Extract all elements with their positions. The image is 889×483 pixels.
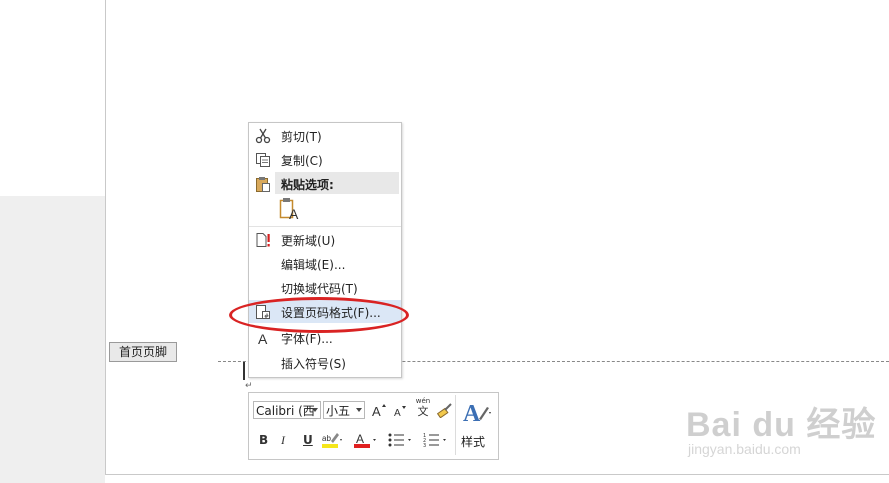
shrink-font-icon: A bbox=[394, 406, 406, 419]
menu-item-label: 复制(C) bbox=[281, 154, 323, 168]
chevron-down-icon bbox=[312, 408, 318, 412]
footer-tab[interactable]: 首页页脚 bbox=[109, 342, 177, 362]
grow-font-icon: A bbox=[372, 404, 386, 419]
menu-item-toggle-field-codes[interactable]: 切换域代码(T) bbox=[249, 276, 401, 299]
styles-button[interactable]: A bbox=[462, 397, 494, 430]
styles-icon: A bbox=[463, 401, 491, 427]
font-icon: A bbox=[255, 330, 271, 347]
italic-button[interactable]: I bbox=[281, 433, 285, 448]
format-painter-icon bbox=[436, 403, 452, 419]
menu-item-copy[interactable]: 复制(C) bbox=[249, 148, 401, 171]
highlight-button[interactable]: ab bbox=[321, 431, 343, 452]
numbered-list-icon: 123 bbox=[423, 433, 446, 449]
svg-text:A: A bbox=[463, 401, 481, 427]
menu-item-format-page-numbers[interactable]: # 设置页码格式(F)... bbox=[249, 300, 401, 323]
scissors-icon bbox=[255, 128, 271, 144]
highlight-pen-icon: ab bbox=[322, 433, 342, 448]
menu-item-label: 字体(F)... bbox=[281, 332, 333, 346]
grow-font-button[interactable]: A bbox=[371, 402, 387, 421]
menu-separator bbox=[249, 226, 401, 227]
svg-text:A: A bbox=[356, 432, 364, 446]
page-number-format-icon: # bbox=[255, 304, 271, 320]
page-bottom-edge bbox=[105, 474, 889, 475]
svg-text:A: A bbox=[372, 404, 381, 418]
menu-item-label: 剪切(T) bbox=[281, 130, 322, 144]
update-field-icon bbox=[255, 232, 271, 248]
svg-text:A: A bbox=[258, 331, 268, 346]
font-color-icon: A bbox=[354, 432, 376, 448]
menu-item-edit-field[interactable]: 编辑域(E)... bbox=[249, 252, 401, 275]
bold-button[interactable]: B bbox=[259, 433, 268, 447]
paste-keep-text-only-button[interactable]: A bbox=[279, 197, 301, 224]
bullets-button[interactable] bbox=[387, 431, 413, 452]
font-color-button[interactable]: A bbox=[353, 431, 377, 452]
menu-item-label: 设置页码格式(F)... bbox=[281, 306, 381, 320]
svg-text:A: A bbox=[289, 206, 299, 221]
context-menu: 剪切(T) 复制(C) 粘贴选项: A 更新域(U) 编辑域(E)... 切换域… bbox=[248, 122, 402, 378]
paste-text-only-icon: A bbox=[279, 198, 301, 224]
svg-text:A: A bbox=[394, 408, 401, 418]
phonetic-char: 文 bbox=[417, 405, 429, 418]
baidu-watermark: Bai du 经验 jingyan.baidu.com bbox=[686, 397, 886, 469]
menu-item-font[interactable]: A 字体(F)... bbox=[249, 326, 401, 349]
toolbar-divider bbox=[455, 395, 456, 455]
bullet-list-icon bbox=[388, 433, 411, 447]
menu-item-label: 切换域代码(T) bbox=[281, 282, 358, 296]
menu-item-label: 更新域(U) bbox=[281, 234, 336, 248]
copy-icon bbox=[255, 152, 271, 168]
paste-options-header: 粘贴选项: bbox=[275, 172, 399, 194]
paste-icon bbox=[255, 176, 271, 192]
phonetic-pinyin: wén bbox=[415, 397, 431, 405]
shrink-font-button[interactable]: A bbox=[393, 404, 409, 421]
svg-text:#: # bbox=[264, 313, 269, 320]
paste-options-label: 粘贴选项: bbox=[281, 178, 334, 192]
watermark-url: jingyan.baidu.com bbox=[688, 441, 801, 457]
font-name-dropdown[interactable]: Calibri (西 bbox=[253, 401, 321, 419]
paragraph-mark: ↵ bbox=[245, 381, 253, 391]
menu-item-label: 插入符号(S) bbox=[281, 357, 346, 371]
menu-item-label: 编辑域(E)... bbox=[281, 258, 346, 272]
font-size-value: 小五 bbox=[326, 404, 351, 418]
numbering-button[interactable]: 123 bbox=[423, 431, 449, 452]
menu-item-cut[interactable]: 剪切(T) bbox=[249, 124, 401, 147]
underline-button[interactable]: U bbox=[303, 433, 313, 447]
phonetic-guide-button[interactable]: wén 文 bbox=[413, 397, 433, 419]
svg-text:ab: ab bbox=[322, 434, 331, 443]
styles-label: 样式 bbox=[461, 435, 486, 449]
svg-text:3: 3 bbox=[423, 443, 426, 449]
watermark-brand: Bai du 经验 bbox=[686, 406, 877, 444]
font-size-dropdown[interactable]: 小五 bbox=[323, 401, 365, 419]
page-left-edge bbox=[105, 0, 106, 475]
font-name-value: Calibri (西 bbox=[256, 404, 315, 418]
menu-item-update-field[interactable]: 更新域(U) bbox=[249, 228, 401, 251]
chevron-down-icon bbox=[356, 408, 362, 412]
margin-area bbox=[0, 196, 105, 483]
menu-item-insert-symbol[interactable]: 插入符号(S) bbox=[249, 351, 401, 374]
format-painter-button[interactable] bbox=[436, 402, 453, 421]
mini-toolbar: Calibri (西 小五 A A wén 文 A 样式 B I U ab A … bbox=[248, 392, 499, 460]
